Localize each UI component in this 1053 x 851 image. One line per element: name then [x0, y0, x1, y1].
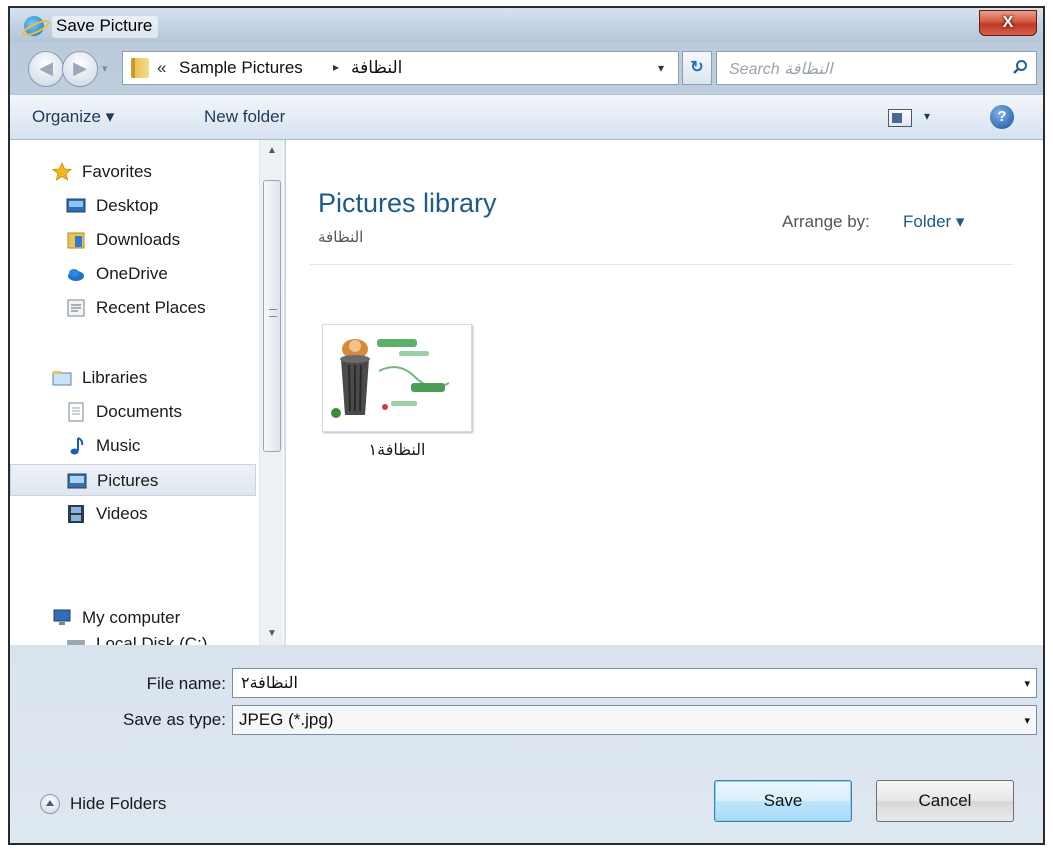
scroll-grip-icon	[269, 309, 277, 317]
search-icon[interactable]	[1012, 59, 1028, 75]
sidebar-item-music[interactable]: Music	[10, 430, 256, 462]
pictures-icon	[67, 473, 87, 489]
cloud-icon	[68, 269, 84, 281]
recent-locations-dropdown[interactable]: ▾	[102, 62, 108, 75]
forward-button[interactable]: ▶	[62, 51, 98, 87]
back-button[interactable]: ◀	[28, 51, 64, 87]
file-name-field[interactable]: النظافة٢ ▾	[232, 668, 1037, 698]
scroll-up-icon[interactable]: ▲	[260, 142, 284, 160]
sidebar-item-documents[interactable]: Documents	[10, 396, 256, 428]
search-input[interactable]: Search النظافة	[729, 59, 833, 79]
computer-icon	[53, 609, 71, 625]
sidebar-item-libraries[interactable]: Libraries	[10, 362, 256, 394]
sidebar-item-label: OneDrive	[96, 264, 168, 283]
breadcrumb-separator[interactable]: ▸	[333, 60, 339, 74]
save-as-type-dropdown-icon[interactable]: ▾	[1024, 714, 1030, 727]
sidebar-item-label: Local Disk (C:)	[96, 634, 208, 645]
address-bar[interactable]: « Sample Pictures ▸ النظافة ▾	[122, 51, 679, 85]
command-bar: Organize ▾ New folder ▾ ?	[10, 94, 1043, 140]
sidebar-item-label: Videos	[96, 504, 148, 523]
sidebar-item-pictures[interactable]: Pictures	[10, 464, 256, 496]
new-folder-button[interactable]: New folder	[204, 107, 285, 127]
save-picture-dialog: Save Picture X ◀ ▶ ▾ « Sample Pictures ▸…	[8, 6, 1045, 845]
breadcrumb-overflow[interactable]: «	[157, 58, 166, 78]
sidebar-item-videos[interactable]: Videos	[10, 498, 256, 530]
file-name-value: النظافة٢	[241, 675, 298, 692]
organize-menu[interactable]: Organize ▾	[32, 107, 114, 127]
music-note-icon	[70, 437, 84, 455]
file-name-caption[interactable]: النظافة١	[322, 440, 472, 460]
sidebar-item-label: Desktop	[96, 196, 159, 215]
close-button[interactable]: X	[979, 10, 1037, 36]
sidebar-item-favorites[interactable]: Favorites	[10, 156, 256, 188]
desktop-icon	[66, 198, 86, 213]
save-as-type-value: JPEG (*.jpg)	[239, 710, 334, 729]
sidebar-item-my-computer[interactable]: My computer	[10, 602, 256, 634]
recent-places-icon	[67, 299, 85, 317]
help-icon[interactable]: ?	[990, 105, 1014, 129]
back-arrow-icon: ◀	[39, 58, 53, 78]
folder-icon	[131, 58, 149, 78]
disk-drive-icon	[67, 640, 85, 645]
refresh-button[interactable]: ↻	[682, 51, 712, 85]
save-as-type-select[interactable]: JPEG (*.jpg) ▾	[232, 705, 1037, 735]
internet-explorer-icon	[24, 16, 44, 36]
header-divider	[310, 264, 1013, 265]
sidebar-item-recent-places[interactable]: Recent Places	[10, 292, 256, 324]
hide-folders-icon[interactable]	[40, 794, 60, 814]
document-icon	[68, 402, 84, 422]
search-box[interactable]: Search النظافة	[716, 51, 1037, 85]
file-list-pane: Pictures library النظافة Arrange by: Fol…	[286, 140, 1043, 645]
address-row: ◀ ▶ ▾ « Sample Pictures ▸ النظافة ▾ ↻ Se…	[10, 42, 1043, 92]
breadcrumb-current-folder[interactable]: النظافة	[351, 58, 402, 78]
breadcrumb-sample-pictures[interactable]: Sample Pictures	[179, 58, 303, 78]
cancel-button[interactable]: Cancel	[876, 780, 1014, 822]
sidebar-item-label: Favorites	[82, 162, 152, 181]
sidebar-item-label: Downloads	[96, 230, 181, 249]
navigation-pane: Favorites Desktop Downloads OneDrive Rec…	[10, 140, 285, 645]
scroll-down-icon[interactable]: ▼	[260, 625, 284, 643]
sidebar-item-label: Music	[96, 436, 141, 455]
arrange-by-label: Arrange by:	[782, 212, 870, 231]
sidebar-item-label: Libraries	[82, 368, 148, 387]
sidebar-item-label: Documents	[96, 402, 182, 421]
file-thumbnail[interactable]	[322, 324, 472, 432]
sidebar-item-label: My computer	[82, 608, 181, 627]
sidebar-item-label: Recent Places	[96, 298, 206, 317]
library-title: Pictures library	[318, 188, 497, 218]
trash-bin-picture	[329, 331, 465, 425]
window-title: Save Picture	[52, 16, 159, 38]
library-subtitle: النظافة	[318, 229, 364, 246]
title-bar[interactable]: Save Picture X	[10, 8, 1043, 42]
hide-folders-button[interactable]: Hide Folders	[70, 794, 166, 814]
forward-arrow-icon: ▶	[73, 58, 87, 78]
save-as-type-label: Save as type:	[122, 710, 226, 729]
scroll-thumb[interactable]	[263, 180, 281, 452]
file-name-label: File name:	[146, 674, 226, 693]
sidebar-item-label: Pictures	[97, 471, 159, 490]
change-view-icon[interactable]	[888, 109, 912, 127]
file-name-dropdown-icon[interactable]: ▾	[1024, 677, 1030, 690]
libraries-icon	[52, 371, 72, 386]
address-dropdown[interactable]: ▾	[658, 61, 664, 75]
save-button[interactable]: Save	[714, 780, 852, 822]
sidebar-item-downloads[interactable]: Downloads	[10, 224, 256, 256]
downloads-folder-icon	[67, 232, 85, 249]
navigation-scrollbar[interactable]: ▲ ▼	[259, 140, 283, 645]
sidebar-item-onedrive[interactable]: OneDrive	[10, 258, 256, 290]
star-icon	[52, 162, 72, 181]
view-options-dropdown[interactable]: ▾	[924, 109, 930, 123]
video-film-icon	[68, 505, 84, 523]
sidebar-item-local-disk[interactable]: Local Disk (C:)	[10, 634, 256, 645]
sidebar-item-desktop[interactable]: Desktop	[10, 190, 256, 222]
arrange-by-dropdown[interactable]: Folder ▾	[903, 212, 964, 232]
